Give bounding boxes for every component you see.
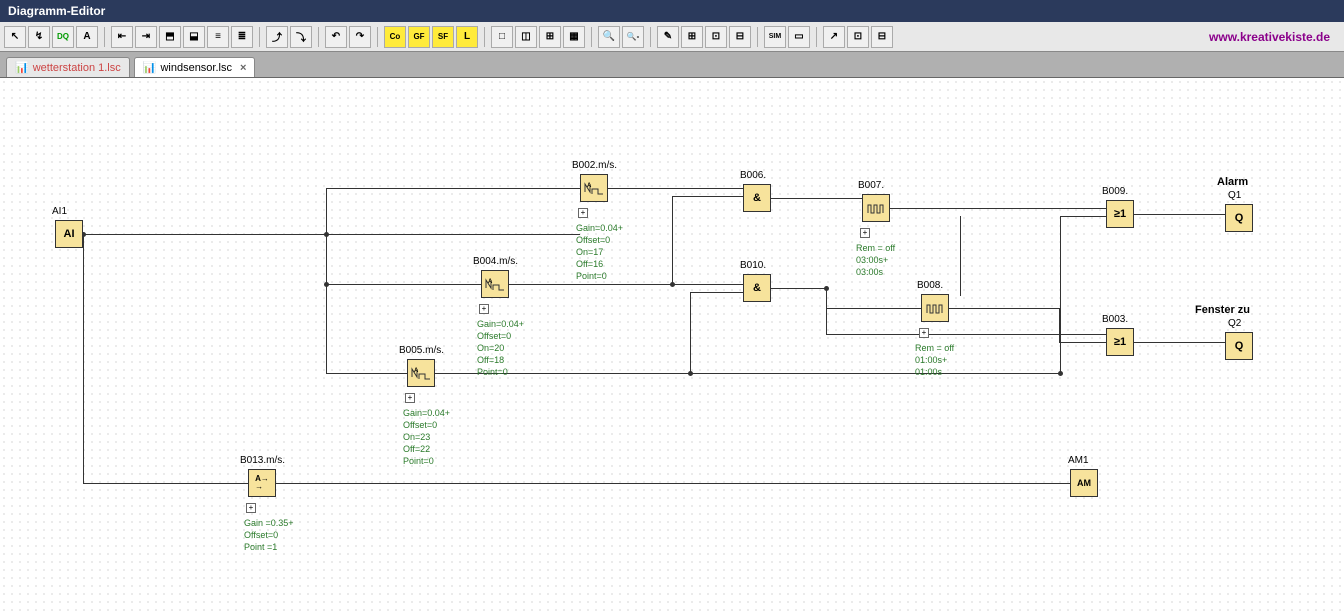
block-B007-pulse[interactable] [862, 194, 890, 222]
expand-B008[interactable]: + [919, 328, 929, 338]
tool-page4[interactable]: ▦ [563, 26, 585, 48]
tool-text[interactable]: A [76, 26, 98, 48]
tool-connect[interactable]: ↯ [28, 26, 50, 48]
tool-y2[interactable]: ⊡ [847, 26, 869, 48]
tab-icon: 📊 [15, 61, 29, 74]
tool-zoom-out[interactable]: 🔍- [622, 26, 644, 48]
block-AM1[interactable]: AM [1070, 469, 1098, 497]
label-AI1: AI1 [52, 206, 67, 217]
canvas-wrap: AI1 AI B002.m/s. A + Gain=0.04+Offset=0O… [0, 78, 1344, 616]
tool-gf[interactable]: GF [408, 26, 430, 48]
label-B013: B013.m/s. [240, 455, 285, 466]
tool-y1[interactable]: ↗ [823, 26, 845, 48]
tool-x2[interactable]: ⊡ [705, 26, 727, 48]
block-B003-or[interactable]: ≥1 [1106, 328, 1134, 356]
tool-page1[interactable]: □ [491, 26, 513, 48]
tabbar: 📊 wetterstation 1.lsc 📊 windsensor.lsc × [0, 52, 1344, 78]
label-B002: B002.m/s. [572, 160, 617, 171]
diagram-canvas[interactable]: AI1 AI B002.m/s. A + Gain=0.04+Offset=0O… [0, 78, 1344, 616]
tool-align-bottom[interactable]: ⬓ [183, 26, 205, 48]
tool-page2[interactable]: ◫ [515, 26, 537, 48]
label-B006: B006. [740, 170, 766, 181]
expand-B005[interactable]: + [405, 393, 415, 403]
tab-wetterstation[interactable]: 📊 wetterstation 1.lsc [6, 57, 130, 77]
tool-zoom-in[interactable]: 🔍 [598, 26, 620, 48]
tab-label: windsensor.lsc [160, 62, 232, 74]
params-B004: Gain=0.04+Offset=0On=20Off=18Point=0 [477, 318, 524, 378]
expand-B013[interactable]: + [246, 503, 256, 513]
label-B008: B008. [917, 280, 943, 291]
block-B005[interactable]: A [407, 359, 435, 387]
expand-B007[interactable]: + [860, 228, 870, 238]
tool-redo[interactable]: ↷ [349, 26, 371, 48]
params-B002: Gain=0.04+Offset=0On=17Off=16Point=0 [576, 222, 623, 282]
tool-co[interactable]: Co [384, 26, 406, 48]
params-B007: Rem = off03:00s+03:00s [856, 242, 895, 278]
tool-sim2[interactable]: ▭ [788, 26, 810, 48]
tab-label: wetterstation 1.lsc [33, 62, 121, 74]
tool-align-left[interactable]: ⇤ [111, 26, 133, 48]
tool-edit[interactable]: ✎ [657, 26, 679, 48]
label-B010: B010. [740, 260, 766, 271]
tool-dq[interactable]: DQ [52, 26, 74, 48]
block-B010-and[interactable]: & [743, 274, 771, 302]
label-B005: B005.m/s. [399, 345, 444, 356]
block-B004[interactable]: A [481, 270, 509, 298]
params-B008: Rem = off01:00s+01:00s [915, 342, 954, 378]
block-B002[interactable]: A [580, 174, 608, 202]
block-B008-pulse[interactable] [921, 294, 949, 322]
tool-y3[interactable]: ⊟ [871, 26, 893, 48]
label-B007: B007. [858, 180, 884, 191]
toolbar: ↖ ↯ DQ A ⇤ ⇥ ⬒ ⬓ ≡ ≣ ⤴ ⤵ ↶ ↷ Co GF SF L … [0, 22, 1344, 52]
tool-front[interactable]: ⤴ [266, 26, 288, 48]
terminal-fenster-label: Fenster zu [1195, 304, 1250, 316]
tool-page3[interactable]: ⊞ [539, 26, 561, 48]
params-B005: Gain=0.04+Offset=0On=23Off=22Point=0 [403, 407, 450, 467]
tool-undo[interactable]: ↶ [325, 26, 347, 48]
tab-close-icon[interactable]: × [240, 62, 246, 74]
tool-distrib-h[interactable]: ≡ [207, 26, 229, 48]
tool-l[interactable]: L [456, 26, 478, 48]
tool-x1[interactable]: ⊞ [681, 26, 703, 48]
expand-B004[interactable]: + [479, 304, 489, 314]
tool-x3[interactable]: ⊟ [729, 26, 751, 48]
tool-sim1[interactable]: SIM [764, 26, 786, 48]
block-Q1[interactable]: Q [1225, 204, 1253, 232]
label-AM1: AM1 [1068, 455, 1089, 466]
tool-back[interactable]: ⤵ [290, 26, 312, 48]
label-Q1: Q1 [1228, 190, 1241, 201]
block-AI1[interactable]: AI [55, 220, 83, 248]
svg-text:A: A [414, 368, 419, 374]
label-Q2: Q2 [1228, 318, 1241, 329]
expand-B002[interactable]: + [578, 208, 588, 218]
label-B004: B004.m/s. [473, 256, 518, 267]
link-kreativekiste[interactable]: www.kreativekiste.de [1209, 30, 1330, 44]
titlebar: Diagramm-Editor [0, 0, 1344, 22]
terminal-alarm-label: Alarm [1217, 176, 1248, 188]
block-B009-or[interactable]: ≥1 [1106, 200, 1134, 228]
tool-align-top[interactable]: ⬒ [159, 26, 181, 48]
svg-text:A: A [488, 279, 493, 285]
tool-align-right[interactable]: ⇥ [135, 26, 157, 48]
label-B009: B009. [1102, 186, 1128, 197]
svg-text:A: A [587, 183, 592, 189]
block-B006-and[interactable]: & [743, 184, 771, 212]
params-B013: Gain =0.35+Offset=0Point =1 [244, 517, 294, 553]
block-Q2[interactable]: Q [1225, 332, 1253, 360]
tool-distrib-v[interactable]: ≣ [231, 26, 253, 48]
tool-sf[interactable]: SF [432, 26, 454, 48]
tab-windsensor[interactable]: 📊 windsensor.lsc × [134, 57, 256, 77]
block-B013-conv[interactable]: A→→ [248, 469, 276, 497]
label-B003: B003. [1102, 314, 1128, 325]
tab-icon: 📊 [143, 61, 157, 74]
tool-select[interactable]: ↖ [4, 26, 26, 48]
